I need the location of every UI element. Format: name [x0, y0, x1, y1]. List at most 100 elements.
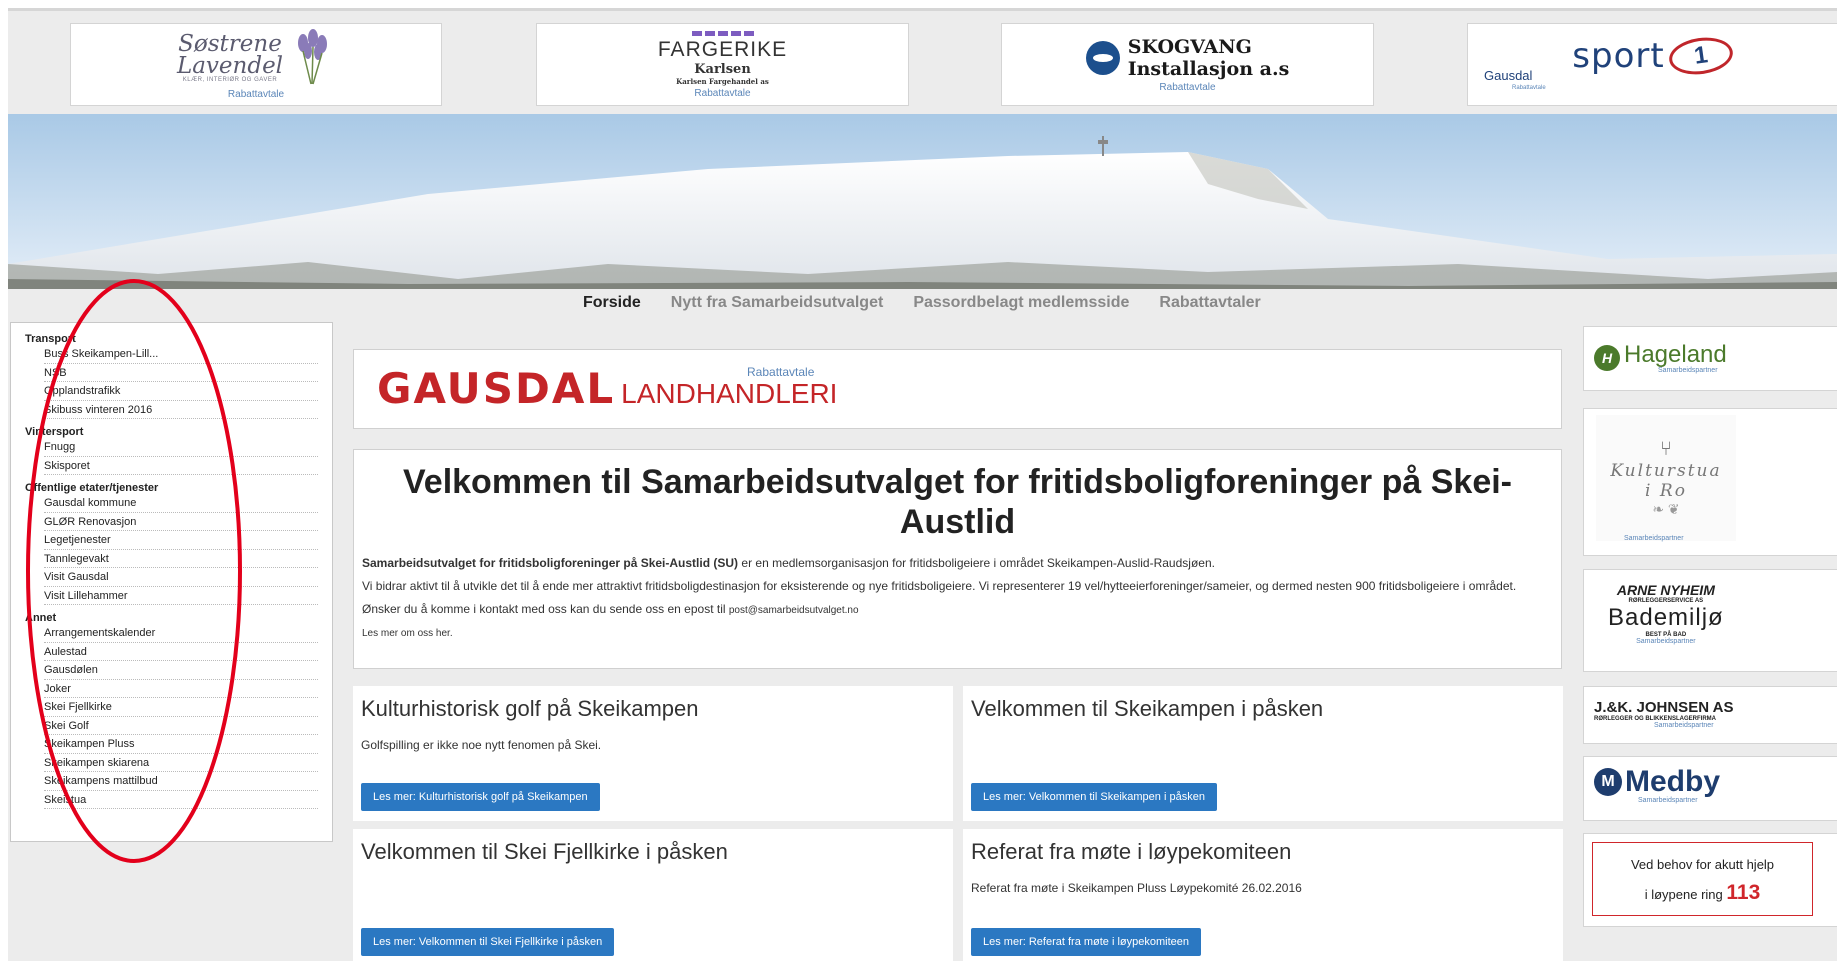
partner-label: Samarbeidspartner: [1654, 722, 1714, 729]
sidebar-link[interactable]: Buss Skeikampen-Lill...: [44, 345, 318, 364]
help-line2-row: i løypene ring 113: [1593, 879, 1812, 909]
emergency-notice: Ved behov for akutt hjelp i løypene ring…: [1592, 842, 1813, 916]
partner-medby[interactable]: M Medby Samarbeidspartner: [1583, 756, 1837, 821]
sponsor-wordmark: SKOGVANG Installasjon a.s: [1128, 36, 1290, 80]
sidebar-link[interactable]: Skei Golf: [44, 717, 318, 735]
sidebar-link[interactable]: Opplandstrafikk: [44, 382, 318, 401]
main-nav: Forside Nytt fra Samarbeidsutvalget Pass…: [583, 294, 1261, 312]
partner-label: Samarbeidspartner: [1638, 797, 1698, 804]
sponsor-fargerike[interactable]: FARGERIKE Karlsen Karlsen Fargehandel as…: [536, 23, 909, 106]
sponsor-name-line2: Lavendel: [176, 53, 284, 79]
medby-wordmark: M Medby: [1594, 767, 1720, 797]
promo-label: Rabattavtale: [747, 365, 815, 379]
nav-nytt[interactable]: Nytt fra Samarbeidsutvalget: [671, 294, 884, 312]
card-title[interactable]: Velkommen til Skeikampen i påsken: [971, 696, 1555, 722]
partner-label: Samarbeidspartner: [1658, 367, 1718, 374]
email-link[interactable]: post@samarbeidsutvalget.no: [729, 605, 859, 616]
welcome-intro: Samarbeidsutvalget for fritidsboligforen…: [362, 555, 1553, 572]
lavender-icon: [298, 29, 328, 85]
news-card: Velkommen til Skei Fjellkirke i påsken L…: [353, 829, 953, 961]
sponsor-ring: 1: [1666, 33, 1735, 79]
page: Søstrene Lavendel KLÆR, INTERIØR OG GAVE…: [0, 0, 1837, 961]
sponsor-name-line3: Karlsen Fargehandel as: [676, 76, 769, 86]
emergency-help-box: Ved behov for akutt hjelp i løypene ring…: [1583, 833, 1837, 927]
news-card: Velkommen til Skeikampen i påsken Les me…: [963, 686, 1563, 821]
read-more-button[interactable]: Les mer: Referat fra møte i løypekomitee…: [971, 928, 1202, 956]
sponsor-logo-row: sport 1: [1572, 33, 1735, 79]
sidebar-link[interactable]: GLØR Renovasjon: [44, 513, 318, 531]
sponsor-skogvang[interactable]: SKOGVANG Installasjon a.s Rabattavtale: [1001, 23, 1374, 106]
sidebar-link[interactable]: Skeistua: [44, 791, 318, 809]
emergency-number: 113: [1726, 881, 1761, 904]
help-line2: i løypene ring: [1644, 887, 1727, 902]
page-title: Velkommen til Samarbeidsutvalget for fri…: [402, 463, 1513, 541]
sponsor-name-line1: SKOGVANG: [1127, 36, 1252, 58]
sponsor-label: Rabattavtale: [227, 89, 285, 100]
sidebar-group-title: Offentlige etater/tjenester: [25, 482, 159, 494]
sidebar-link[interactable]: Gausdølen: [44, 661, 318, 680]
welcome-contact: Ønsker du å komme i kontakt med oss kan …: [362, 601, 1553, 619]
medby-m-icon: M: [1594, 768, 1622, 796]
read-more-button[interactable]: Les mer: Velkommen til Skei Fjellkirke i…: [361, 928, 615, 956]
sponsor-name: FARGERIKE: [657, 37, 788, 61]
welcome-box: Velkommen til Samarbeidsutvalget for fri…: [353, 449, 1562, 669]
sidebar-link[interactable]: Skeikampen Pluss: [44, 735, 318, 754]
skogvang-logo-icon: [1085, 41, 1120, 75]
partner-name: Medby: [1625, 765, 1721, 798]
welcome-intro-bold: Samarbeidsutvalget for fritidsboligforen…: [362, 556, 739, 570]
sidebar-link[interactable]: Tannlegevakt: [44, 550, 318, 568]
sidebar-link[interactable]: NSB: [44, 364, 318, 382]
read-more-link[interactable]: Les mer om oss her.: [362, 625, 1553, 642]
card-title[interactable]: Referat fra møte i løypekomiteen: [971, 839, 1555, 865]
sponsor-name: sport: [1572, 36, 1665, 76]
sponsor-tagline: KLÆR, INTERIØR OG GAVER: [182, 77, 278, 83]
sidebar-link[interactable]: Visit Gausdal: [44, 568, 318, 587]
card-title[interactable]: Velkommen til Skei Fjellkirke i påsken: [361, 839, 945, 865]
sidebar-link[interactable]: Aulestad: [44, 643, 318, 661]
sidebar-link[interactable]: Skeikampens mattilbud: [44, 772, 318, 791]
arne-nyheim-logo: ARNE NYHEIM RØRLEGGERSERVICE AS Bademilj…: [1608, 582, 1724, 645]
sponsor-logo-row: Søstrene Lavendel KLÆR, INTERIØR OG GAVE…: [177, 29, 335, 87]
sidebar-link[interactable]: Joker: [44, 680, 318, 698]
sponsor-wordmark: Søstrene Lavendel KLÆR, INTERIØR OG GAVE…: [176, 31, 284, 84]
hageland-leaf-icon: H: [1594, 344, 1620, 371]
partner-arne-nyheim[interactable]: ARNE NYHEIM RØRLEGGERSERVICE AS Bademilj…: [1583, 569, 1837, 672]
partner-label: Samarbeidspartner: [1636, 638, 1696, 645]
sidebar-link[interactable]: Visit Lillehammer: [44, 587, 318, 605]
promo-rest: LANDHANDLERI: [621, 378, 838, 409]
hero-image: [8, 114, 1837, 289]
nav-medlemsside[interactable]: Passordbelagt medlemsside: [913, 294, 1129, 312]
news-card: Kulturhistorisk golf på Skeikampen Golfs…: [353, 686, 953, 821]
sponsor-name-line2: Installasjon a.s: [1127, 58, 1290, 80]
sidebar-link[interactable]: Fnugg: [44, 438, 318, 457]
nav-rabattavtaler[interactable]: Rabattavtaler: [1159, 294, 1260, 312]
sidebar-link[interactable]: Legetjenester: [44, 531, 318, 550]
sponsor-sport1[interactable]: sport 1 Gausdal Rabattavtale: [1467, 23, 1837, 106]
sidebar-link[interactable]: Gausdal kommune: [44, 494, 318, 513]
kulturstua-logo: ⑂ Kulturstua i Ro ❧ ❦: [1596, 415, 1736, 541]
fork-icon: ⑂: [1660, 438, 1672, 460]
partner-kulturstua[interactable]: ⑂ Kulturstua i Ro ❧ ❦ Samarbeidspartner: [1583, 408, 1837, 556]
read-more-button[interactable]: Les mer: Kulturhistorisk golf på Skeikam…: [361, 783, 600, 811]
partner-jk-johnsen[interactable]: J.&K. JOHNSEN AS RØRLEGGER OG BLIKKENSLA…: [1583, 686, 1837, 744]
card-text: Referat fra møte i Skeikampen Pluss Løyp…: [971, 881, 1302, 895]
read-more-button[interactable]: Les mer: Velkommen til Skeikampen i påsk…: [971, 783, 1217, 811]
sidebar-link[interactable]: Arrangementskalender: [44, 624, 318, 643]
welcome-intro-rest: er en medlemsorganisasjon for fritidsbol…: [738, 556, 1215, 570]
partner-name: J.&K. JOHNSEN AS: [1594, 699, 1734, 716]
sponsor-logo-row: SKOGVANG Installasjon a.s: [1085, 36, 1290, 80]
sidebar-link[interactable]: Skei Fjellkirke: [44, 698, 318, 717]
partner-hageland[interactable]: H Hageland Samarbeidspartner: [1583, 326, 1837, 391]
sidebar-link[interactable]: Skeikampen skiarena: [44, 754, 318, 772]
partner-label: Samarbeidspartner: [1624, 535, 1684, 542]
sponsor-name-line1: Søstrene: [178, 31, 282, 57]
sponsor-label: Rabattavtale: [1512, 85, 1546, 91]
jk-johnsen-logo: J.&K. JOHNSEN AS RØRLEGGER OG BLIKKENSLA…: [1594, 699, 1733, 729]
promo-banner[interactable]: GAUSDAL LANDHANDLERI Rabattavtale: [353, 349, 1562, 429]
sidebar-link[interactable]: Skibuss vinteren 2016: [44, 401, 318, 419]
card-title[interactable]: Kulturhistorisk golf på Skeikampen: [361, 696, 945, 722]
sidebar-link[interactable]: Skisporet: [44, 457, 318, 475]
fargerike-dots-icon: [691, 30, 754, 36]
nav-forside[interactable]: Forside: [583, 294, 641, 312]
sponsor-sostrene-lavendel[interactable]: Søstrene Lavendel KLÆR, INTERIØR OG GAVE…: [70, 23, 442, 106]
